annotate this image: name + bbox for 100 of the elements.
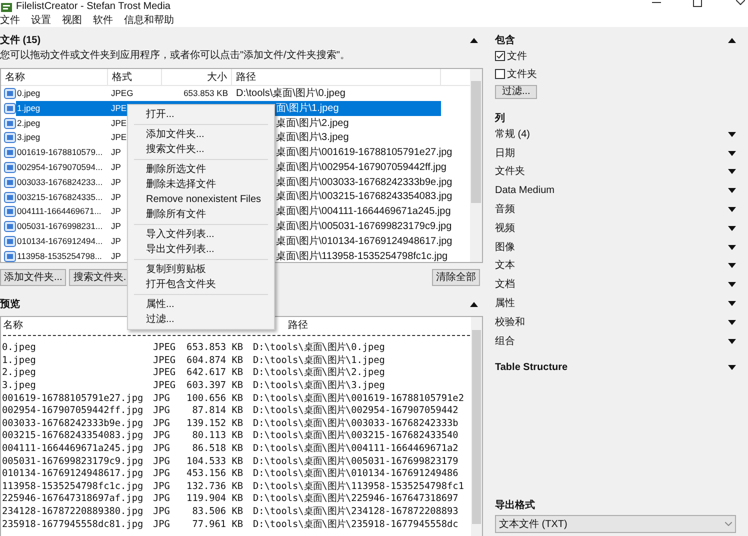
- menu-item[interactable]: 信息和帮助: [124, 16, 174, 26]
- menu-item[interactable]: 删除所有文件: [146, 207, 206, 222]
- preview-text: D:\tools\桌面\图片\3.jpeg: [253, 380, 385, 392]
- image-file-icon: [4, 147, 16, 158]
- menu-item[interactable]: 打开...: [146, 107, 174, 122]
- file-name[interactable]: 004111-1664469671...: [16, 205, 102, 218]
- select-value: 文本文件 (TXT): [499, 518, 568, 532]
- table-cell: JP: [111, 146, 121, 159]
- file-name[interactable]: 2.jpeg: [16, 116, 42, 130]
- menu-item[interactable]: 删除未选择文件: [146, 177, 216, 192]
- column-header[interactable]: 名称: [1, 69, 108, 85]
- preview-text: 1.jpeg: [2, 354, 36, 366]
- dropdown-icon[interactable]: [728, 207, 736, 212]
- preview-text: 100.656 KB: [186, 392, 243, 404]
- action-button[interactable]: 清除全部: [432, 269, 480, 286]
- dropdown-icon[interactable]: [728, 365, 736, 370]
- collapse-icon[interactable]: [470, 302, 478, 306]
- dropdown-icon[interactable]: [728, 188, 736, 194]
- image-file-icon: [4, 221, 16, 232]
- close-icon[interactable]: [736, 0, 745, 5]
- preview-text: JPG: [153, 392, 170, 404]
- group-header[interactable]: 文件夹: [495, 164, 525, 180]
- file-name[interactable]: 1.jpeg: [16, 102, 42, 115]
- maximize-icon[interactable]: [693, 0, 702, 7]
- filter-button[interactable]: 过滤...: [495, 85, 538, 99]
- dropdown-icon[interactable]: [728, 282, 736, 288]
- file-name[interactable]: 001619-1678810579...: [16, 146, 104, 159]
- preview-text: D:\tools\桌面\图片\2.jpeg: [253, 367, 385, 378]
- group-header[interactable]: Table Structure: [495, 360, 568, 376]
- checkbox-label[interactable]: 文件夹: [507, 66, 537, 82]
- scrollbar[interactable]: [470, 69, 482, 262]
- group-header[interactable]: 属性: [495, 296, 515, 312]
- group-header[interactable]: 音频: [495, 202, 515, 218]
- dropdown-icon[interactable]: [728, 169, 736, 174]
- preview-text: D:\tools\桌面\图片\001619-16788105791e2: [253, 392, 464, 404]
- checkbox[interactable]: [495, 51, 505, 61]
- dropdown-icon[interactable]: [728, 226, 736, 231]
- menu-item[interactable]: 过滤...: [146, 312, 174, 327]
- dropdown-icon[interactable]: [728, 301, 736, 306]
- preview-text: D:\tools\桌面\图片\225946-167647318697: [253, 493, 458, 504]
- group-header[interactable]: 日期: [495, 146, 515, 161]
- menu-item[interactable]: 复制到剪贴板: [146, 262, 206, 277]
- preview-text: 003033-16768242333b9e.jpg: [2, 418, 144, 429]
- checkbox-label[interactable]: 文件: [507, 48, 527, 64]
- collapse-icon[interactable]: [470, 38, 478, 42]
- group-header[interactable]: 文本: [495, 258, 515, 274]
- file-name[interactable]: 010134-1676912494...: [16, 234, 104, 248]
- table-cell: 653.853 KB: [184, 87, 228, 100]
- menu-item[interactable]: 视图: [62, 16, 82, 26]
- menu-item[interactable]: 导出文件列表...: [146, 242, 214, 257]
- group-header[interactable]: Data Medium: [495, 183, 554, 198]
- preview-text: D:\tools\桌面\图片\003033-16768242333b: [253, 418, 458, 429]
- dropdown-icon[interactable]: [728, 132, 736, 137]
- group-header[interactable]: 视频: [495, 220, 515, 236]
- column-header[interactable]: 格式: [108, 69, 162, 85]
- preview-text: D:\tools\桌面\图片\003215-167682433540: [253, 430, 458, 442]
- collapse-icon[interactable]: [728, 38, 736, 42]
- column-header[interactable]: 路径: [232, 69, 441, 85]
- menu-item[interactable]: 删除所选文件: [146, 162, 206, 177]
- preview-text: JPG: [153, 493, 170, 504]
- dropdown-icon[interactable]: [728, 263, 736, 268]
- menu-item[interactable]: 导入文件列表...: [146, 227, 214, 242]
- file-name[interactable]: 3.jpeg: [16, 131, 42, 144]
- file-name[interactable]: 0.jpeg: [16, 87, 42, 100]
- preview-text: 010134-16769124948617.jpg: [2, 468, 144, 480]
- group-header[interactable]: 图像: [495, 240, 515, 255]
- menu-item[interactable]: 属性...: [146, 297, 174, 312]
- image-file-icon: [4, 162, 16, 173]
- dropdown-icon[interactable]: [728, 338, 736, 344]
- scrollbar[interactable]: [471, 317, 482, 536]
- preview-text: 003215-16768243354083.jpg: [2, 430, 144, 442]
- table-cell-text: 桌面\图片\010134-16769124948617.jpg: [276, 234, 452, 249]
- minimize-icon[interactable]: [652, 2, 661, 4]
- group-header[interactable]: 常规 (4): [495, 126, 530, 142]
- dropdown-icon[interactable]: [728, 150, 736, 156]
- dropdown-icon[interactable]: [728, 244, 736, 250]
- file-name[interactable]: 002954-1679070594...: [16, 161, 104, 174]
- group-header[interactable]: 组合: [495, 334, 515, 349]
- menu-item[interactable]: 软件: [93, 16, 113, 26]
- menu-item[interactable]: Remove nonexistent Files: [146, 192, 262, 207]
- column-header[interactable]: 大小: [162, 69, 232, 85]
- format-select[interactable]: 文本文件 (TXT): [495, 515, 736, 533]
- preview-text: 001619-16788105791e27.jpg: [2, 392, 144, 404]
- dropdown-icon[interactable]: [728, 320, 736, 325]
- menu-item[interactable]: 设置: [31, 16, 51, 26]
- file-name[interactable]: 003215-1676824335...: [16, 190, 104, 204]
- menu-item[interactable]: 打开包含文件夹: [146, 277, 216, 292]
- group-header[interactable]: 校验和: [495, 314, 525, 330]
- file-name[interactable]: 113958-1535254798...: [16, 250, 103, 262]
- action-button[interactable]: 添加文件夹...: [0, 269, 66, 286]
- file-name[interactable]: 005031-1676998231...: [16, 220, 104, 233]
- preview-text: JPG: [153, 430, 170, 442]
- file-name[interactable]: 003033-1676824233...: [16, 176, 104, 189]
- menu-item[interactable]: 搜索文件夹...: [146, 142, 204, 157]
- group-header[interactable]: 文档: [495, 277, 515, 292]
- menu-item[interactable]: 添加文件夹...: [146, 127, 204, 142]
- checkbox[interactable]: [495, 69, 505, 79]
- menu-item[interactable]: 文件: [0, 16, 20, 26]
- preview-text: JPG: [153, 506, 170, 517]
- table-cell: JP: [111, 190, 121, 204]
